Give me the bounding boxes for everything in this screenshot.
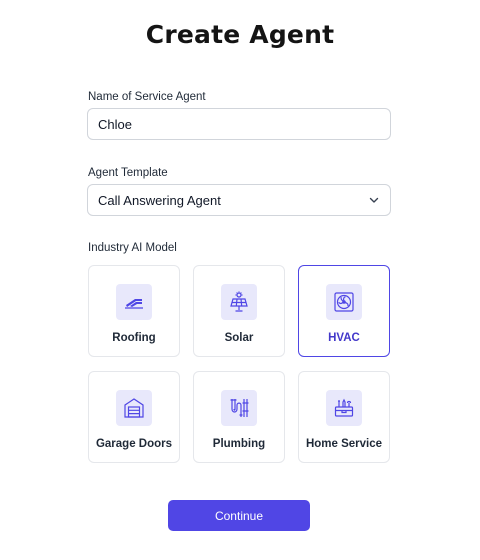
- tile-label: Home Service: [305, 438, 383, 450]
- agent-name-label: Name of Service Agent: [88, 91, 206, 103]
- continue-button[interactable]: Continue: [168, 500, 310, 531]
- garage-door-icon: [116, 390, 152, 426]
- toolbox-icon: [326, 390, 362, 426]
- agent-template-select[interactable]: Call Answering Agent: [87, 184, 391, 216]
- industry-tile-hvac[interactable]: HVAC: [298, 265, 390, 357]
- industry-tile-garage-doors[interactable]: Garage Doors: [88, 371, 180, 463]
- industry-model-label: Industry AI Model: [88, 242, 177, 254]
- industry-tile-home-service[interactable]: Home Service: [298, 371, 390, 463]
- chevron-down-icon: [369, 197, 379, 203]
- roof-icon: [116, 284, 152, 320]
- solar-panel-icon: [221, 284, 257, 320]
- industry-tile-solar[interactable]: Solar: [193, 265, 285, 357]
- tile-label: Plumbing: [212, 438, 266, 450]
- agent-template-label: Agent Template: [88, 167, 168, 179]
- industry-tile-plumbing[interactable]: Plumbing: [193, 371, 285, 463]
- tile-label: Roofing: [112, 332, 156, 344]
- fan-icon: [326, 284, 362, 320]
- agent-template-value: Call Answering Agent: [98, 192, 221, 208]
- tile-label: Garage Doors: [95, 438, 173, 450]
- tile-label: HVAC: [328, 332, 360, 344]
- page-title: Create Agent: [145, 20, 335, 49]
- pipes-icon: [221, 390, 257, 426]
- tile-label: Solar: [224, 332, 254, 344]
- agent-name-input[interactable]: [87, 108, 391, 140]
- industry-tile-roofing[interactable]: Roofing: [88, 265, 180, 357]
